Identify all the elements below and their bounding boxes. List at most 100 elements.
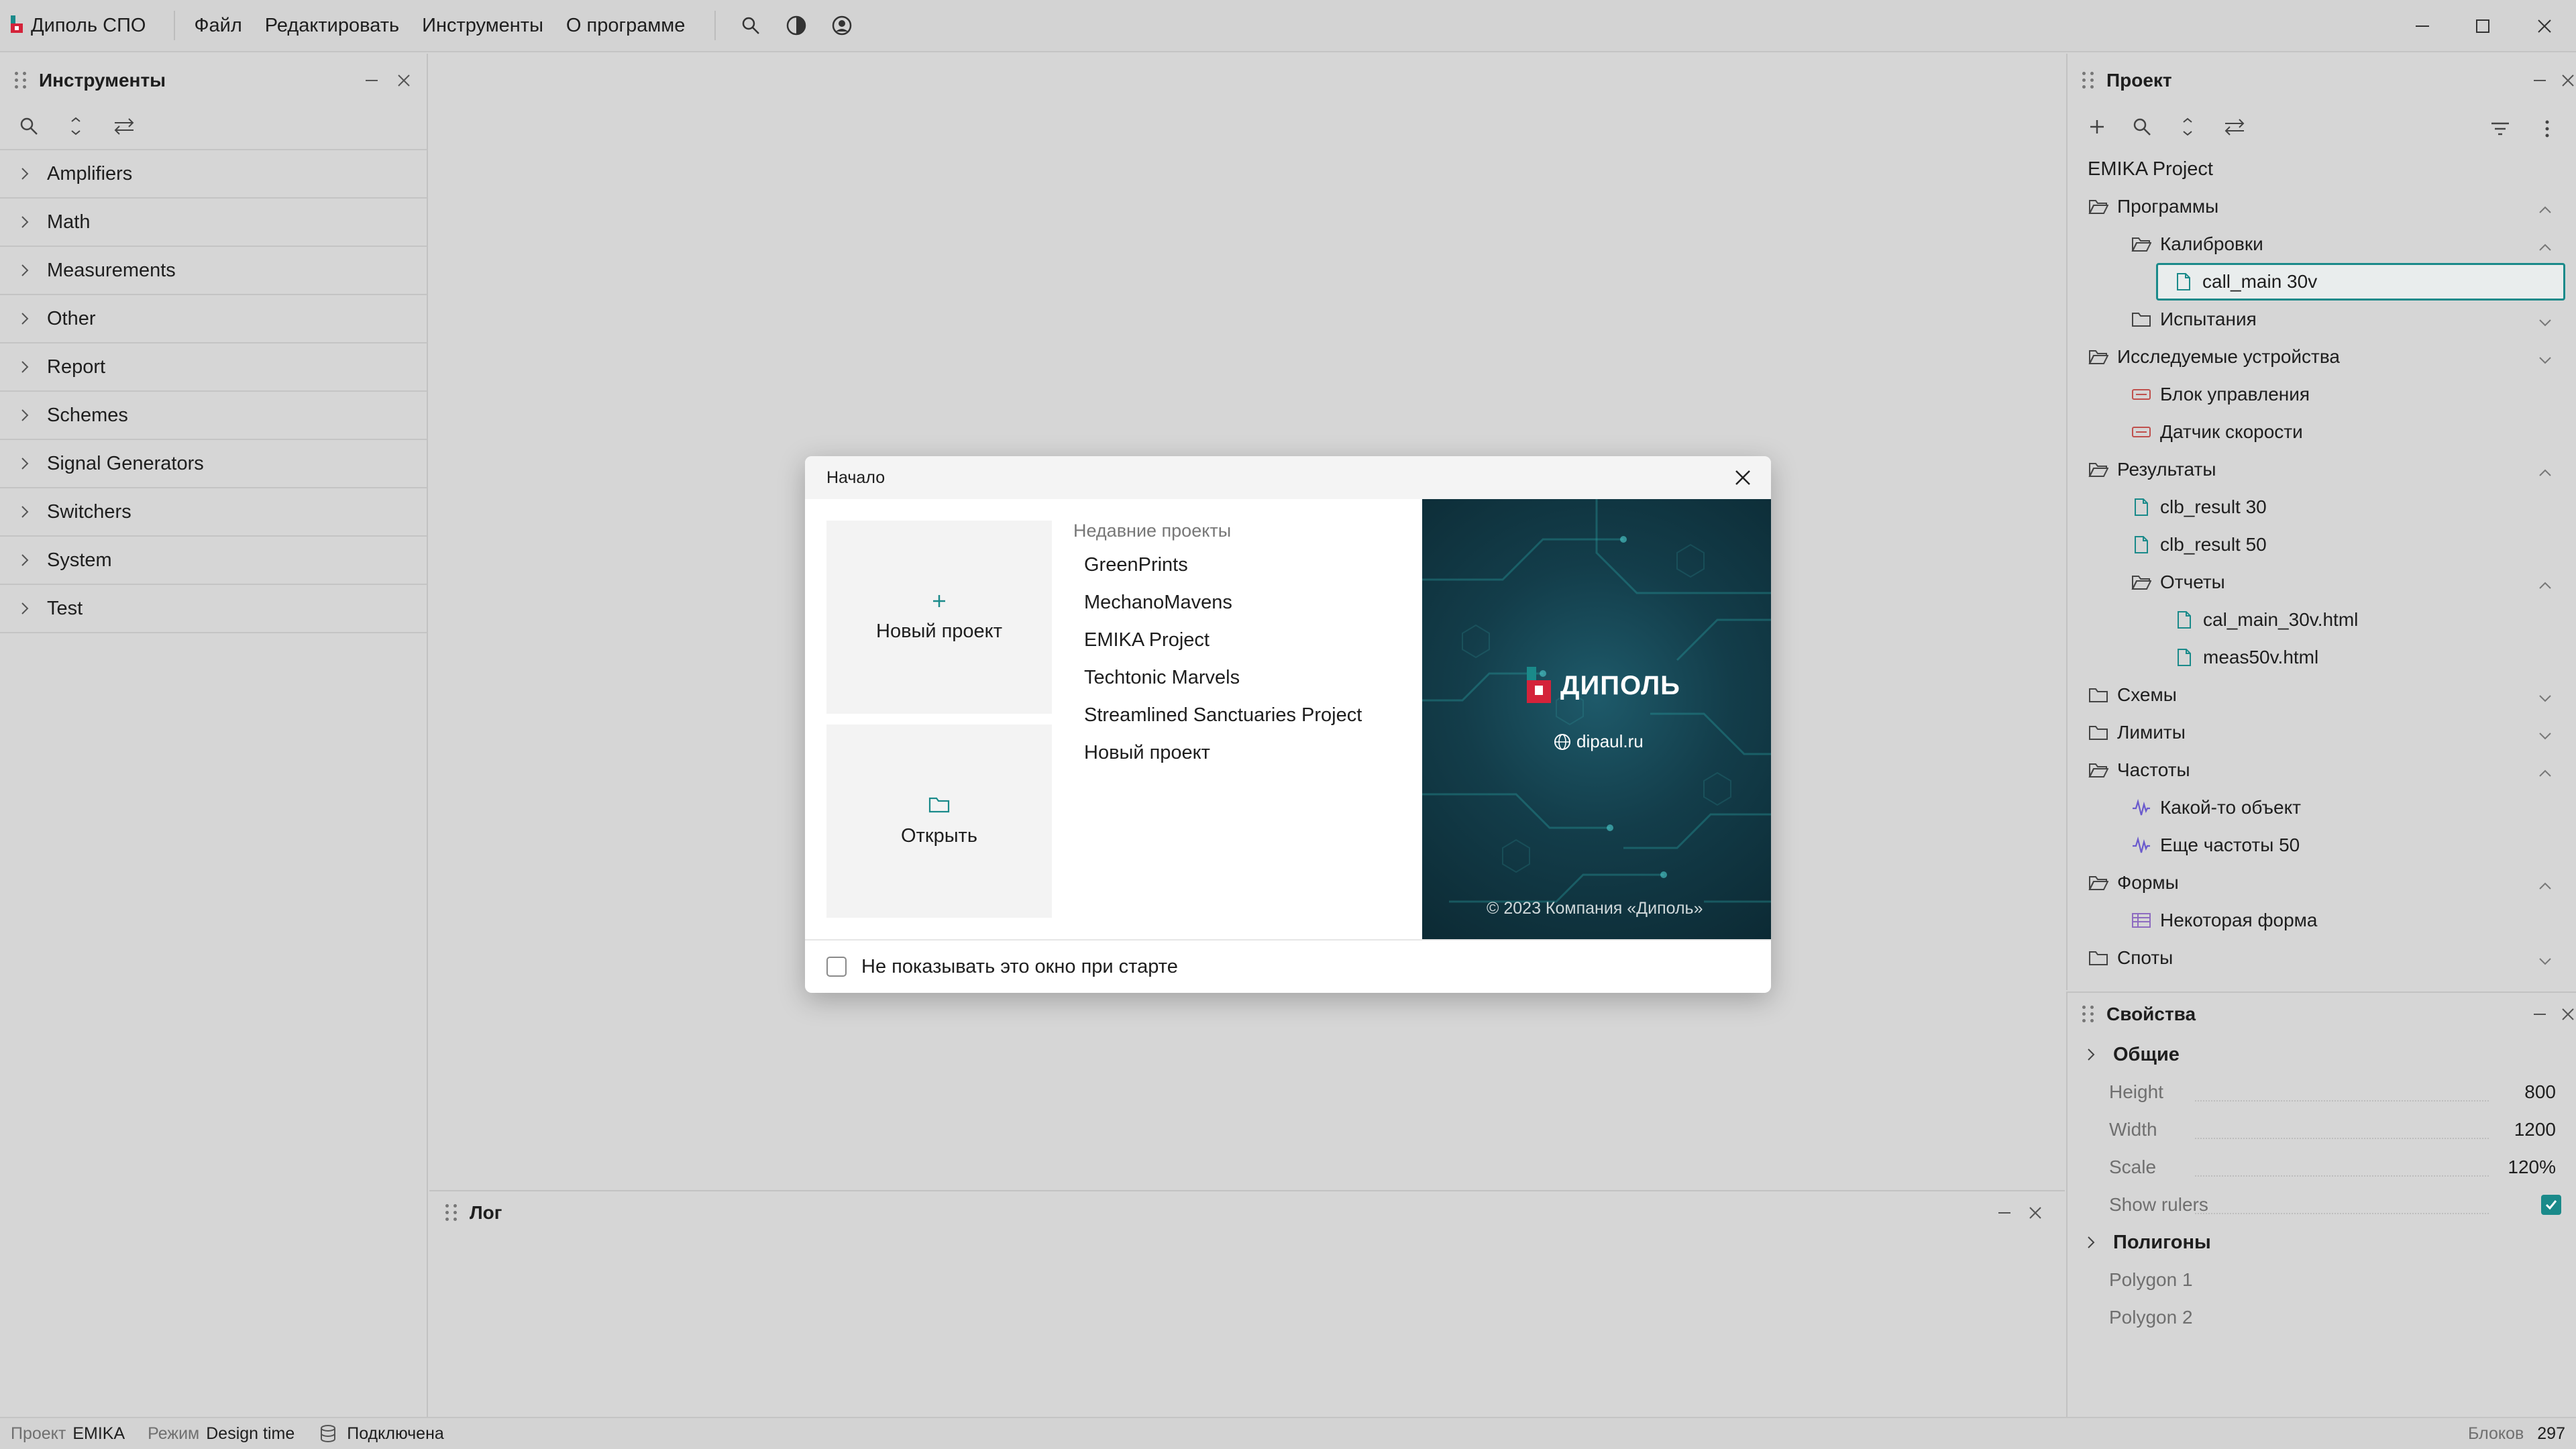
chevron-down-icon[interactable] (2538, 950, 2552, 971)
menu-edit[interactable]: Редактировать (265, 15, 399, 37)
close-dialog-button[interactable] (1733, 468, 1752, 492)
minimize-window-button[interactable] (2392, 0, 2453, 52)
swap-icon[interactable] (2223, 117, 2246, 142)
tree-item[interactable]: Еще частоты 50 (2068, 826, 2576, 864)
tree-item[interactable]: Отчеты (2068, 564, 2576, 601)
property-row: Show rulers (2068, 1186, 2576, 1224)
dont-show-checkbox[interactable] (826, 957, 847, 977)
recent-project-item[interactable]: EMIKA Project (1084, 629, 1210, 651)
recent-project-item[interactable]: Techtonic Marvels (1084, 667, 1240, 689)
tool-category-test[interactable]: Test (0, 585, 427, 633)
search-icon[interactable] (739, 13, 763, 38)
polygon-item[interactable]: Polygon 2 (2068, 1299, 2576, 1336)
properties-panel: Свойства Общие Height 800 Width 1200 Scale 12… (2066, 991, 2576, 1417)
tree-item[interactable]: call_main 30v (2156, 263, 2565, 301)
tool-category-report[interactable]: Report (0, 343, 427, 392)
tree-item[interactable]: meas50v.html (2068, 639, 2576, 676)
tree-item[interactable]: Некоторая форма (2068, 902, 2576, 939)
chevron-up-icon[interactable] (2538, 236, 2552, 258)
recent-project-item[interactable]: MechanoMavens (1084, 592, 1232, 614)
menu-tools[interactable]: Инструменты (422, 15, 543, 37)
chevron-down-icon[interactable] (2538, 349, 2552, 370)
collapse-all-icon[interactable] (66, 116, 86, 141)
more-options-icon[interactable] (2544, 119, 2551, 143)
tool-category-system[interactable]: System (0, 537, 427, 585)
tree-item[interactable]: Какой-то объект (2068, 789, 2576, 826)
close-window-button[interactable] (2514, 0, 2575, 52)
chevron-down-icon[interactable] (2538, 311, 2552, 333)
tree-item[interactable]: Калибровки (2068, 225, 2576, 263)
account-icon[interactable] (830, 13, 854, 38)
polygon-item[interactable]: Polygon 1 (2068, 1261, 2576, 1299)
chevron-up-icon[interactable] (2538, 762, 2552, 784)
tree-item[interactable]: clb_result 30 (2068, 488, 2576, 526)
section-general[interactable]: Общие (2068, 1036, 2576, 1073)
minimize-panel-button[interactable] (2526, 1001, 2553, 1028)
theme-toggle-icon[interactable] (784, 13, 808, 38)
drag-handle-icon[interactable] (445, 1204, 459, 1222)
minimize-panel-button[interactable] (358, 67, 385, 94)
close-panel-button[interactable] (390, 67, 417, 94)
recent-project-item[interactable]: Streamlined Sanctuaries Project (1084, 704, 1362, 727)
recent-project-item[interactable]: GreenPrints (1084, 554, 1188, 576)
chevron-down-icon[interactable] (2538, 724, 2552, 746)
chevron-up-icon[interactable] (2538, 462, 2552, 483)
show-rulers-checkbox[interactable] (2541, 1195, 2561, 1215)
tool-category-math[interactable]: Math (0, 199, 427, 247)
recent-project-item[interactable]: Новый проект (1084, 742, 1210, 764)
tree-item[interactable]: cal_main_30v.html (2068, 601, 2576, 639)
open-button[interactable]: Открыть (826, 724, 1052, 918)
drag-handle-icon[interactable] (2082, 72, 2096, 89)
tree-item-label: Исследуемые устройства (2117, 346, 2340, 367)
brand-site-link[interactable]: dipaul.ru (1576, 731, 1644, 752)
section-polygons-label: Полигоны (2113, 1231, 2211, 1253)
tree-item[interactable]: Частоты (2068, 751, 2576, 789)
project-root[interactable]: EMIKA Project (2068, 150, 2576, 188)
chevron-up-icon[interactable] (2538, 199, 2552, 220)
section-polygons[interactable]: Полигоны (2068, 1224, 2576, 1261)
search-icon[interactable] (2132, 117, 2152, 142)
tool-category-amplifiers[interactable]: Amplifiers (0, 150, 427, 199)
tree-item[interactable]: Испытания (2068, 301, 2576, 338)
minimize-panel-button[interactable] (1991, 1199, 2018, 1226)
property-value[interactable]: 120% (2508, 1157, 2556, 1178)
drag-handle-icon[interactable] (2082, 1006, 2096, 1023)
tree-item[interactable]: Лимиты (2068, 714, 2576, 751)
tree-item[interactable]: clb_result 50 (2068, 526, 2576, 564)
filter-icon[interactable] (2490, 119, 2510, 143)
tree-item[interactable]: Датчик скорости (2068, 413, 2576, 451)
tree-item[interactable]: Программы (2068, 188, 2576, 225)
search-icon[interactable] (19, 116, 39, 141)
close-panel-button[interactable] (2022, 1199, 2049, 1226)
tree-item[interactable]: Схемы (2068, 676, 2576, 714)
tool-category-measurements[interactable]: Measurements (0, 247, 427, 295)
chevron-down-icon[interactable] (2538, 687, 2552, 708)
close-panel-button[interactable] (2555, 1001, 2576, 1028)
tree-item[interactable]: Формы (2068, 864, 2576, 902)
tree-item[interactable]: Блок управления (2068, 376, 2576, 413)
menu-about[interactable]: О программе (566, 15, 685, 37)
drag-handle-icon[interactable] (15, 72, 28, 89)
tool-category-switchers[interactable]: Switchers (0, 488, 427, 537)
property-value[interactable]: 800 (2524, 1081, 2556, 1103)
tool-category-other[interactable]: Other (0, 295, 427, 343)
property-value[interactable]: 1200 (2514, 1119, 2556, 1140)
chevron-up-icon[interactable] (2538, 574, 2552, 596)
tool-category-signal-generators[interactable]: Signal Generators (0, 440, 427, 488)
maximize-window-button[interactable] (2453, 0, 2513, 52)
swap-icon[interactable] (113, 116, 136, 141)
tree-item-label: meas50v.html (2203, 647, 2319, 667)
new-project-button[interactable]: Новый проект (826, 521, 1052, 714)
close-panel-button[interactable] (2555, 67, 2576, 94)
tool-category-schemes[interactable]: Schemes (0, 392, 427, 440)
collapse-all-icon[interactable] (2178, 117, 2198, 142)
chevron-up-icon[interactable] (2538, 875, 2552, 896)
chevron-right-icon (2086, 1047, 2101, 1062)
property-name: Scale (2109, 1157, 2157, 1177)
tree-item[interactable]: Исследуемые устройства (2068, 338, 2576, 376)
tree-item[interactable]: Споты (2068, 939, 2576, 977)
tree-item[interactable]: Результаты (2068, 451, 2576, 488)
minimize-panel-button[interactable] (2526, 67, 2553, 94)
add-icon[interactable] (2088, 117, 2106, 141)
menu-file[interactable]: Файл (194, 15, 241, 37)
